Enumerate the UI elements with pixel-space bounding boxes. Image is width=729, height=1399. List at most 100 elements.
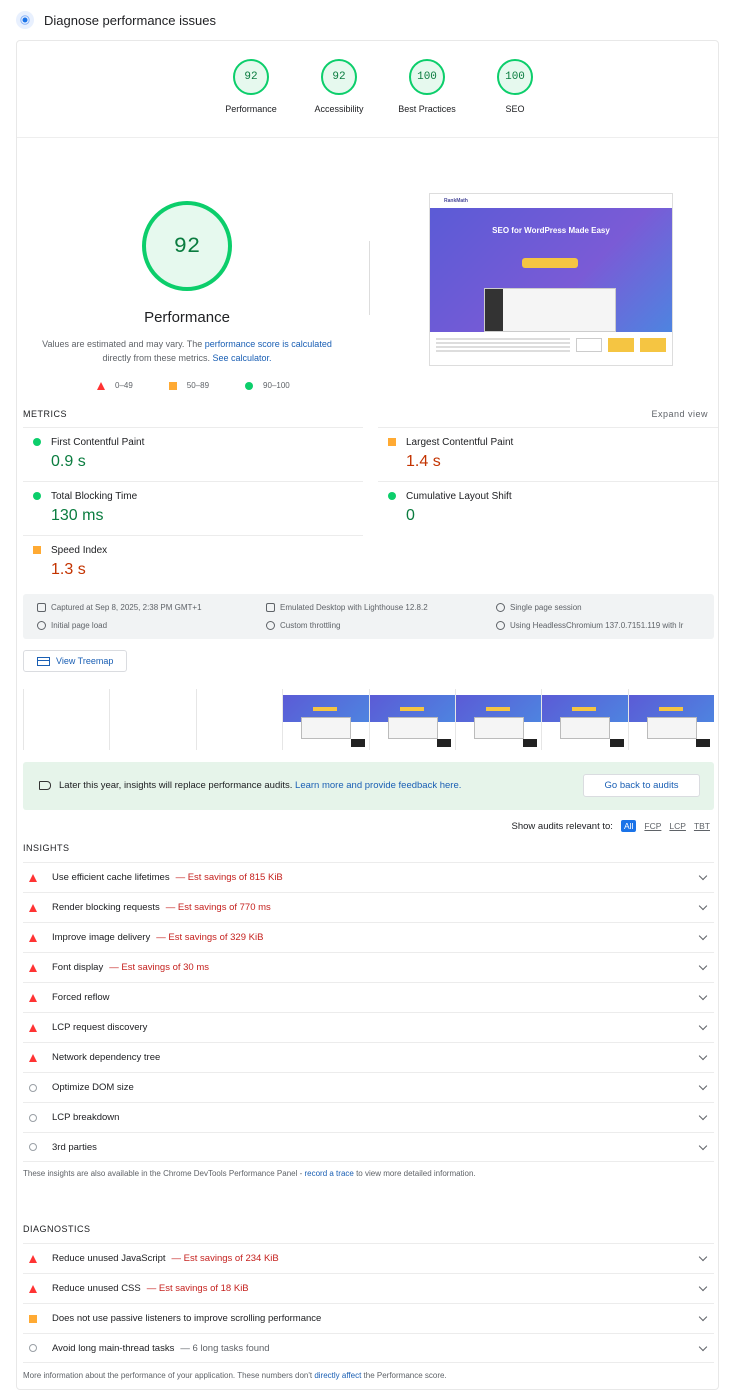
fail-triangle-icon — [29, 903, 37, 912]
score-note: Values are estimated and may vary. The p… — [37, 337, 337, 365]
metric-name: Cumulative Layout Shift — [406, 491, 512, 502]
screenshot-hero: SEO for WordPress Made Easy — [430, 208, 672, 332]
legend-average: 50–89 — [168, 381, 209, 390]
insight-row[interactable]: Forced reflow — [23, 982, 714, 1012]
chevron-down-icon[interactable] — [698, 1021, 708, 1031]
insight-row[interactable]: 3rd parties — [23, 1132, 714, 1162]
fail-triangle-icon — [29, 1023, 37, 1032]
megaphone-icon — [39, 781, 51, 790]
audit-title: Network dependency tree — [52, 1052, 161, 1063]
load-text: Initial page load — [51, 621, 108, 630]
throttling-text: Custom throttling — [280, 621, 341, 630]
device-info[interactable]: Emulated Desktop with Lighthouse 12.8.2 — [266, 603, 428, 612]
screenshot-cta — [522, 258, 578, 268]
diagnostic-row[interactable]: Avoid long main-thread tasks — 6 long tas… — [23, 1333, 714, 1363]
average-square-icon — [168, 381, 177, 390]
chevron-down-icon[interactable] — [698, 1111, 708, 1121]
performance-label: Performance — [144, 309, 230, 326]
see-calculator-link[interactable]: See calculator. — [212, 353, 271, 363]
lighthouse-icon — [16, 11, 34, 29]
final-screenshot[interactable]: RankMath SEO for WordPress Made Easy — [429, 193, 673, 366]
diagnostics-note: More information about the performance o… — [23, 1371, 447, 1380]
chevron-down-icon[interactable] — [698, 931, 708, 941]
captured-text: Captured at Sep 8, 2025, 2:38 PM GMT+1 — [51, 603, 202, 612]
insight-row[interactable]: Improve image delivery — Est savings of 3… — [23, 922, 714, 952]
banner-message: Later this year, insights will replace p… — [39, 780, 461, 791]
chevron-down-icon[interactable] — [698, 991, 708, 1001]
insight-row[interactable]: Network dependency tree — [23, 1042, 714, 1072]
note-text: the Performance score. — [361, 1371, 447, 1380]
session-text: Single page session — [510, 603, 582, 612]
chevron-down-icon[interactable] — [698, 901, 708, 911]
diagnostic-row[interactable]: Does not use passive listeners to improv… — [23, 1303, 714, 1333]
fail-triangle-icon — [29, 873, 37, 882]
info-circle-icon — [29, 1344, 37, 1352]
browser-info[interactable]: Using HeadlessChromium 137.0.7151.119 wi… — [496, 621, 683, 630]
page-title: Diagnose performance issues — [44, 12, 216, 28]
insight-row[interactable]: Font display — Est savings of 30 ms — [23, 952, 714, 982]
legend-pass: 90–100 — [245, 381, 290, 390]
screenshot-heading: SEO for WordPress Made Easy — [492, 226, 610, 235]
score-legend: 0–49 50–89 90–100 — [97, 381, 290, 390]
go-back-to-audits-button[interactable]: Go back to audits — [583, 774, 700, 797]
diagnostic-row[interactable]: Reduce unused JavaScript — Est savings of… — [23, 1243, 714, 1273]
filmstrip-frame — [541, 689, 628, 750]
pass-circle-icon — [33, 438, 41, 446]
filmstrip-frame — [23, 689, 110, 750]
insight-row[interactable]: Render blocking requests — Est savings of… — [23, 892, 714, 922]
chevron-down-icon[interactable] — [698, 1141, 708, 1151]
average-square-icon — [29, 1314, 37, 1323]
record-trace-link[interactable]: record a trace — [304, 1169, 353, 1178]
audit-title: Use efficient cache lifetimes — [52, 872, 170, 883]
metric-name: Largest Contentful Paint — [406, 437, 514, 448]
chevron-down-icon[interactable] — [698, 871, 708, 881]
header: Diagnose performance issues — [16, 9, 216, 31]
chevron-down-icon[interactable] — [698, 961, 708, 971]
chevron-down-icon[interactable] — [698, 1342, 708, 1352]
filmstrip — [23, 689, 714, 750]
filter-chip-all[interactable]: All — [620, 820, 637, 832]
fail-triangle-icon — [97, 381, 105, 390]
gauge-label: Accessibility — [314, 104, 364, 114]
filter-chip-tbt[interactable]: TBT — [694, 821, 710, 831]
audit-savings: — Est savings of 18 KiB — [146, 1283, 249, 1294]
metric-si: Speed Index 1.3 s — [23, 535, 363, 588]
screenshot-window — [484, 288, 616, 332]
audit-title: LCP breakdown — [52, 1112, 120, 1123]
chevron-down-icon[interactable] — [698, 1051, 708, 1061]
gauge-accessibility[interactable]: 92 Accessibility — [295, 59, 383, 114]
filmstrip-frame — [627, 689, 714, 750]
gauge-best-practices[interactable]: 100 Best Practices — [383, 59, 471, 114]
banner-feedback-link[interactable]: Learn more and provide feedback here. — [295, 780, 461, 791]
chevron-down-icon[interactable] — [698, 1081, 708, 1091]
gauge-performance[interactable]: 92 Performance — [207, 59, 295, 114]
insight-row[interactable]: Use efficient cache lifetimes — Est savin… — [23, 862, 714, 892]
directly-affect-link[interactable]: directly affect — [314, 1371, 361, 1380]
score-calculated-link[interactable]: performance score is calculated — [205, 339, 332, 349]
filter-chip-lcp[interactable]: LCP — [669, 821, 686, 831]
info-circle-icon — [29, 1113, 37, 1122]
gauge-seo[interactable]: 100 SEO — [471, 59, 559, 114]
gauge-score: 92 — [233, 59, 269, 95]
runtime-settings: Captured at Sep 8, 2025, 2:38 PM GMT+1 E… — [23, 594, 714, 639]
throttling-info[interactable]: Custom throttling — [266, 621, 340, 630]
insight-row[interactable]: LCP breakdown — [23, 1102, 714, 1132]
expand-view-toggle[interactable]: Expand view — [651, 409, 708, 419]
audit-filter-label: Show audits relevant to: — [511, 820, 613, 832]
diagnostic-row[interactable]: Reduce unused CSS — Est savings of 18 KiB — [23, 1273, 714, 1303]
filter-chip-fcp[interactable]: FCP — [644, 821, 661, 831]
chevron-down-icon[interactable] — [698, 1312, 708, 1322]
gauge-label: Performance — [225, 104, 277, 114]
chevron-down-icon[interactable] — [698, 1282, 708, 1292]
session-info[interactable]: Single page session — [496, 603, 582, 612]
metric-value: 0 — [406, 507, 415, 524]
insight-row[interactable]: LCP request discovery — [23, 1012, 714, 1042]
insight-row[interactable]: Optimize DOM size — [23, 1072, 714, 1102]
divider — [17, 137, 718, 138]
metrics-heading: METRICS — [23, 409, 67, 419]
view-treemap-button[interactable]: View Treemap — [23, 650, 127, 672]
diagnostics-heading: DIAGNOSTICS — [23, 1224, 91, 1234]
info-circle-icon — [29, 1083, 37, 1092]
chevron-down-icon[interactable] — [698, 1252, 708, 1262]
fail-triangle-icon — [29, 993, 37, 1002]
